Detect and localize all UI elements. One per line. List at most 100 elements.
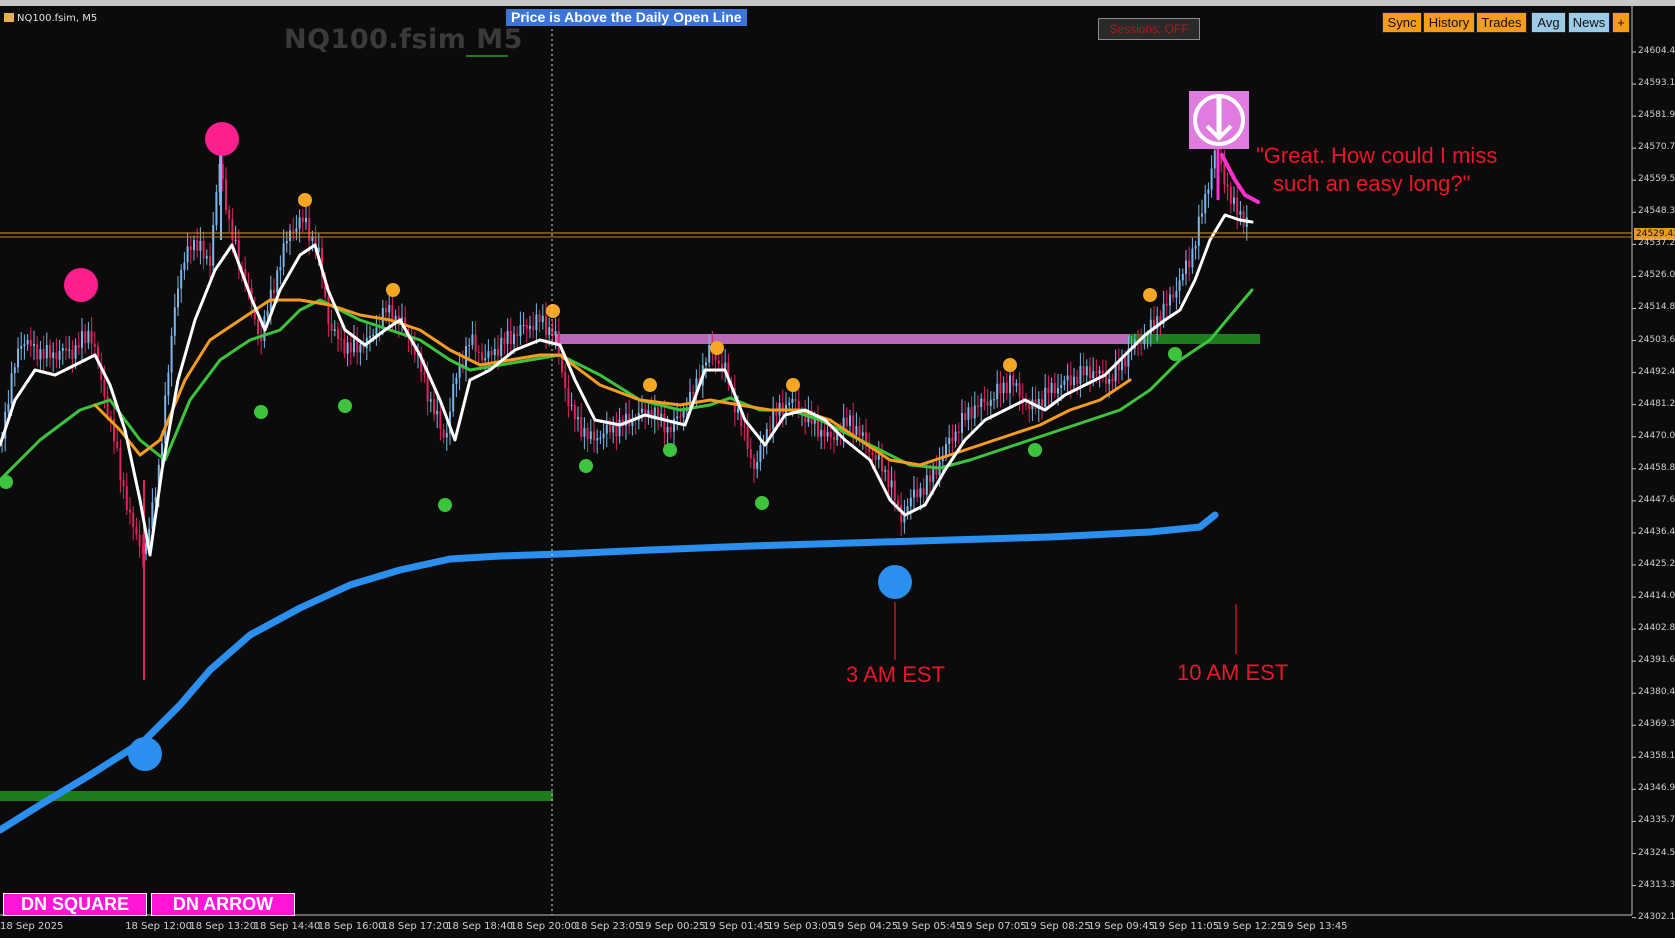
- candle-body: [84, 331, 87, 343]
- candle-body: [23, 344, 26, 347]
- candle-body: [913, 489, 915, 498]
- candle-body: [1073, 376, 1075, 386]
- candle-body: [39, 349, 42, 360]
- time-tick-label: 18 Sep 14:40: [253, 921, 321, 932]
- candle-body: [593, 431, 595, 441]
- chart-window[interactable]: NQ100.fsim, M5 NQ100.fsim M5 Price is Ab…: [0, 0, 1675, 938]
- candle-body: [279, 266, 282, 271]
- candle-body: [663, 413, 666, 433]
- candle-body: [42, 349, 45, 359]
- candle-body: [682, 410, 685, 418]
- candle-body: [983, 398, 986, 403]
- candle-body: [1191, 248, 1194, 268]
- candle-body: [1172, 294, 1175, 298]
- candle-body: [1207, 189, 1210, 194]
- price-tick-label: 24369.30: [1638, 719, 1675, 730]
- candle-body: [1124, 357, 1127, 367]
- candle-body: [497, 348, 499, 356]
- green-dot: [438, 498, 452, 512]
- candle-body: [138, 534, 141, 547]
- candle-body: [1005, 382, 1008, 393]
- candle-body: [724, 362, 727, 369]
- candle-body: [295, 228, 298, 232]
- candle-body: [257, 319, 259, 335]
- candle-body: [125, 486, 128, 510]
- candle-body: [212, 225, 215, 266]
- sessions-toggle-button[interactable]: Sessions: OFF: [1098, 18, 1200, 40]
- price-tick-label: 24593.16: [1638, 78, 1675, 89]
- history-button[interactable]: History: [1423, 12, 1475, 33]
- candle-body: [1178, 280, 1181, 291]
- candle-body: [887, 469, 890, 488]
- news-button[interactable]: News: [1568, 12, 1610, 33]
- candle-body: [961, 413, 963, 433]
- candle-body: [890, 480, 893, 488]
- candle-body: [833, 437, 835, 441]
- green-zone-bar-right: [1130, 334, 1260, 344]
- candle-body: [353, 338, 355, 353]
- candle-body: [442, 429, 445, 438]
- price-tick-label: 24570.78: [1638, 142, 1675, 153]
- candle-body: [609, 424, 611, 433]
- candle-body: [849, 415, 851, 426]
- green-dot: [663, 443, 677, 457]
- candle-body: [29, 339, 32, 346]
- candle-body: [359, 344, 362, 353]
- candle-body: [186, 246, 189, 263]
- candle-body: [781, 402, 784, 414]
- candle-body: [119, 447, 122, 481]
- candle-body: [199, 240, 202, 251]
- dn-arrow-button[interactable]: DN ARROW: [151, 893, 295, 916]
- candle-body: [426, 375, 429, 402]
- candle-body: [10, 373, 13, 404]
- price-chart[interactable]: [0, 0, 1675, 938]
- candle-body: [289, 230, 291, 242]
- candle-body: [500, 337, 503, 356]
- candle-body: [1226, 184, 1229, 187]
- candle-body: [61, 348, 64, 351]
- candle-body: [586, 427, 589, 440]
- pink-signal-circle: [205, 122, 239, 156]
- avg-button[interactable]: Avg: [1531, 12, 1566, 33]
- candle-body: [468, 345, 471, 347]
- candle-body: [193, 240, 195, 251]
- time-tick-label: 19 Sep 08:25: [1024, 921, 1091, 932]
- candle-body: [372, 334, 375, 337]
- time-tick-label: 19 Sep 07:05: [959, 921, 1027, 932]
- candle-body: [973, 405, 976, 419]
- candle-body: [1053, 383, 1056, 394]
- candle-body: [538, 314, 541, 323]
- candle-body: [388, 304, 391, 313]
- orange-dot: [386, 283, 400, 297]
- price-tick-label: 24380.49: [1638, 687, 1675, 698]
- add-button[interactable]: +: [1612, 12, 1630, 33]
- chart-icon: [4, 13, 14, 22]
- candle-body: [1076, 376, 1079, 384]
- candle-body: [1092, 371, 1095, 379]
- candle-body: [481, 352, 483, 361]
- trades-button[interactable]: Trades: [1476, 12, 1527, 33]
- candle-body: [477, 351, 480, 353]
- dn-square-button[interactable]: DN SQUARE: [3, 893, 147, 916]
- candle-body: [596, 438, 599, 441]
- candle-body: [1233, 197, 1235, 204]
- pink-signal-circle: [64, 268, 98, 302]
- candle-body: [577, 417, 579, 420]
- time-tick-label: 18 Sep 23:05: [574, 921, 642, 932]
- candle-body: [1095, 371, 1098, 374]
- candle-body: [666, 427, 669, 433]
- candle-body: [1175, 290, 1178, 298]
- candle-body: [55, 352, 58, 360]
- candle-body: [1201, 213, 1203, 217]
- candle-body: [1060, 384, 1063, 389]
- candle-body: [557, 331, 560, 354]
- price-tick-label: 24302.14: [1638, 911, 1675, 922]
- candle-body: [708, 344, 711, 363]
- candle-body: [103, 379, 106, 397]
- candle-body: [589, 431, 592, 440]
- candle-body: [266, 310, 269, 317]
- price-tick-label: 24458.85: [1638, 462, 1675, 473]
- candle-body: [1018, 383, 1021, 398]
- sync-button[interactable]: Sync: [1382, 12, 1422, 33]
- candle-body: [343, 339, 346, 354]
